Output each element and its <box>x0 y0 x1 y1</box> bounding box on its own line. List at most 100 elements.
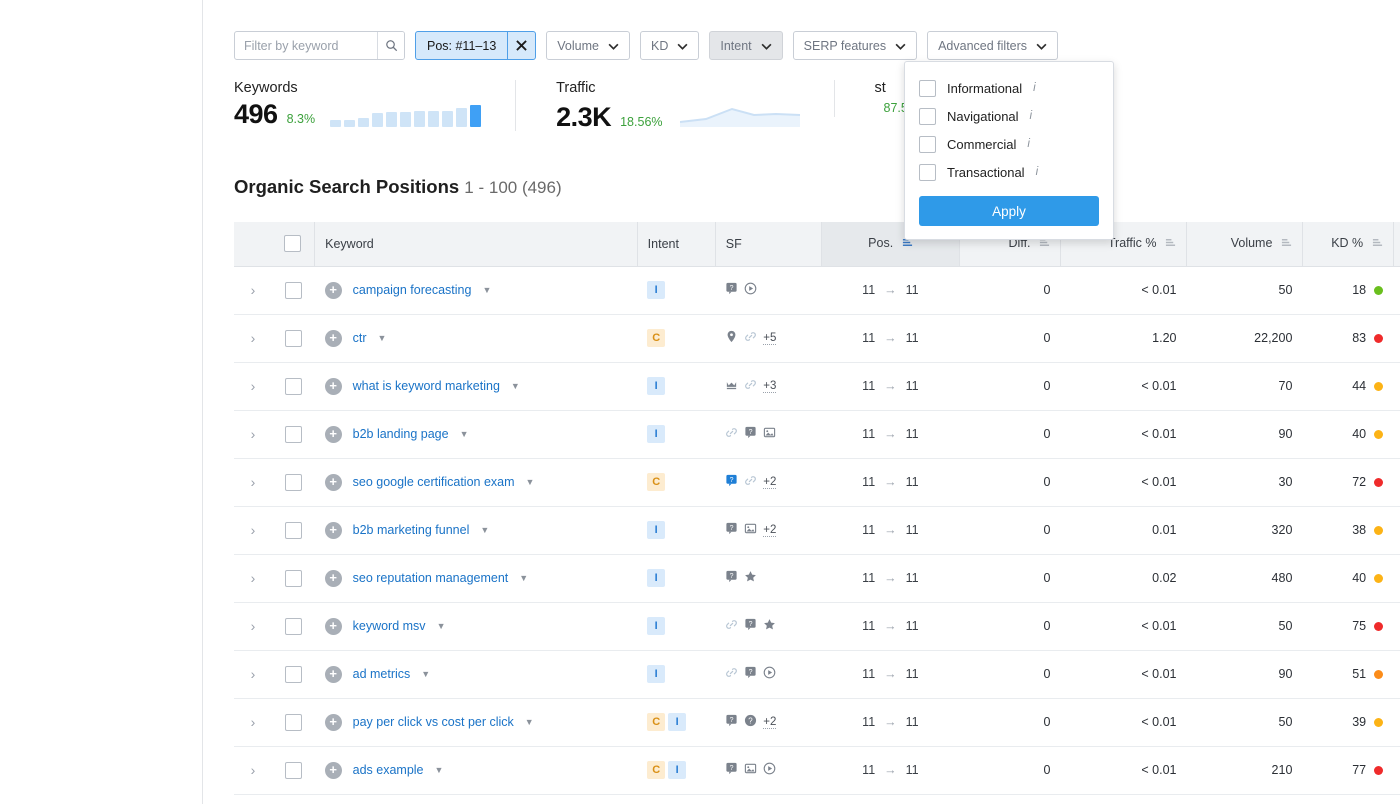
chevron-right-icon[interactable]: › <box>251 378 256 394</box>
add-keyword-icon[interactable]: + <box>325 618 342 635</box>
filter-dropdown-intent[interactable]: Intent <box>709 31 782 60</box>
chevron-down-icon[interactable]: ▼ <box>435 765 444 775</box>
row-select-cell[interactable] <box>272 362 315 410</box>
sf-more-count[interactable]: +2 <box>763 476 776 489</box>
add-keyword-icon[interactable]: + <box>325 426 342 443</box>
close-icon[interactable] <box>507 32 535 59</box>
add-keyword-icon[interactable]: + <box>325 282 342 299</box>
chevron-down-icon[interactable]: ▼ <box>378 333 387 343</box>
link-icon[interactable] <box>725 618 738 634</box>
chevron-down-icon[interactable]: ▼ <box>421 669 430 679</box>
table-row[interactable]: ›+campaign forecasting▼I?11→110< 0.01501… <box>234 266 1400 314</box>
row-checkbox[interactable] <box>285 570 302 587</box>
add-keyword-icon[interactable]: + <box>325 714 342 731</box>
row-checkbox[interactable] <box>285 666 302 683</box>
image-pack-icon[interactable] <box>763 426 776 442</box>
add-keyword-icon[interactable]: + <box>325 330 342 347</box>
row-expand-cell[interactable]: › <box>234 602 272 650</box>
reviews-icon[interactable] <box>744 570 757 586</box>
add-keyword-icon[interactable]: + <box>325 474 342 491</box>
intent-checkbox[interactable] <box>919 108 936 125</box>
add-keyword-icon[interactable]: + <box>325 762 342 779</box>
row-select-cell[interactable] <box>272 746 315 794</box>
row-expand-cell[interactable]: › <box>234 650 272 698</box>
featured-snippet-icon[interactable] <box>725 378 738 394</box>
keyword-link[interactable]: what is keyword marketing <box>353 379 500 393</box>
chevron-down-icon[interactable]: ▼ <box>480 525 489 535</box>
intent-option-informational[interactable]: Informationali <box>919 74 1099 102</box>
row-checkbox[interactable] <box>285 426 302 443</box>
info-icon[interactable]: i <box>1036 166 1039 178</box>
keyword-link[interactable]: pay per click vs cost per click <box>353 715 514 729</box>
image-pack-icon[interactable] <box>744 522 757 538</box>
row-checkbox[interactable] <box>285 330 302 347</box>
chevron-right-icon[interactable]: › <box>251 762 256 778</box>
col-cpc[interactable]: C <box>1393 222 1400 266</box>
table-row[interactable]: ›+ads example▼CI?11→110< 0.0121077 <box>234 746 1400 794</box>
chevron-down-icon[interactable]: ▼ <box>526 477 535 487</box>
table-row[interactable]: ›+seo reputation management▼I?11→1100.02… <box>234 554 1400 602</box>
row-select-cell[interactable] <box>272 650 315 698</box>
answer-box-icon[interactable]: ? <box>744 426 757 442</box>
chevron-right-icon[interactable]: › <box>251 426 256 442</box>
table-row[interactable]: ›+ad metrics▼I?11→110< 0.019051 <box>234 650 1400 698</box>
add-keyword-icon[interactable]: + <box>325 378 342 395</box>
row-expand-cell[interactable]: › <box>234 506 272 554</box>
search-icon[interactable] <box>377 32 404 59</box>
col-intent[interactable]: Intent <box>637 222 715 266</box>
table-row[interactable]: ›+pay per click vs cost per click▼CI??+2… <box>234 698 1400 746</box>
row-select-cell[interactable] <box>272 554 315 602</box>
col-sf[interactable]: SF <box>715 222 821 266</box>
chevron-down-icon[interactable]: ▼ <box>482 285 491 295</box>
info-icon[interactable]: i <box>1033 82 1036 94</box>
table-row[interactable]: ›+seo google certification exam▼C?+211→1… <box>234 458 1400 506</box>
row-checkbox[interactable] <box>285 282 302 299</box>
reviews-icon[interactable] <box>763 618 776 634</box>
search-input[interactable] <box>235 32 377 59</box>
row-expand-cell[interactable]: › <box>234 314 272 362</box>
active-filter-pill-position[interactable]: Pos: #11–13 <box>415 31 536 60</box>
intent-option-commercial[interactable]: Commerciali <box>919 130 1099 158</box>
answer-box-highlight-icon[interactable]: ? <box>725 474 738 490</box>
table-row[interactable]: ›+ctr▼C+511→1101.2022,20083 <box>234 314 1400 362</box>
intent-checkbox[interactable] <box>919 80 936 97</box>
intent-checkbox[interactable] <box>919 136 936 153</box>
select-all-checkbox[interactable] <box>284 235 301 252</box>
table-row[interactable]: ›+b2b marketing funnel▼I?+211→1100.01320… <box>234 506 1400 554</box>
keyword-link[interactable]: ctr <box>353 331 367 345</box>
row-checkbox[interactable] <box>285 522 302 539</box>
keyword-link[interactable]: keyword msv <box>353 619 426 633</box>
chevron-down-icon[interactable]: ▼ <box>460 429 469 439</box>
filter-dropdown-volume[interactable]: Volume <box>546 31 630 60</box>
chevron-right-icon[interactable]: › <box>251 522 256 538</box>
row-select-cell[interactable] <box>272 698 315 746</box>
sf-more-count[interactable]: +3 <box>763 380 776 393</box>
intent-checkbox[interactable] <box>919 164 936 181</box>
row-expand-cell[interactable]: › <box>234 746 272 794</box>
answer-box-icon[interactable]: ? <box>725 570 738 586</box>
table-row[interactable]: ›+keyword msv▼I?11→110< 0.015075 <box>234 602 1400 650</box>
info-icon[interactable]: i <box>1027 138 1030 150</box>
chevron-down-icon[interactable]: ▼ <box>511 381 520 391</box>
video-icon[interactable] <box>744 282 757 298</box>
video-icon[interactable] <box>763 666 776 682</box>
row-checkbox[interactable] <box>285 762 302 779</box>
sf-more-count[interactable]: +2 <box>763 716 776 729</box>
answer-box-icon[interactable]: ? <box>744 666 757 682</box>
col-kd-percent[interactable]: KD % <box>1302 222 1393 266</box>
sf-more-count[interactable]: +5 <box>763 332 776 345</box>
intent-option-transactional[interactable]: Transactionali <box>919 158 1099 186</box>
filter-dropdown-advanced-filters[interactable]: Advanced filters <box>927 31 1058 60</box>
add-keyword-icon[interactable]: + <box>325 666 342 683</box>
row-expand-cell[interactable]: › <box>234 266 272 314</box>
chevron-right-icon[interactable]: › <box>251 714 256 730</box>
video-icon[interactable] <box>763 762 776 778</box>
local-pack-icon[interactable] <box>725 330 738 346</box>
chevron-right-icon[interactable]: › <box>251 474 256 490</box>
row-expand-cell[interactable]: › <box>234 362 272 410</box>
answer-box-icon[interactable]: ? <box>725 522 738 538</box>
row-select-cell[interactable] <box>272 410 315 458</box>
answer-box-icon[interactable]: ? <box>744 618 757 634</box>
row-checkbox[interactable] <box>285 618 302 635</box>
keyword-link[interactable]: campaign forecasting <box>353 283 472 297</box>
